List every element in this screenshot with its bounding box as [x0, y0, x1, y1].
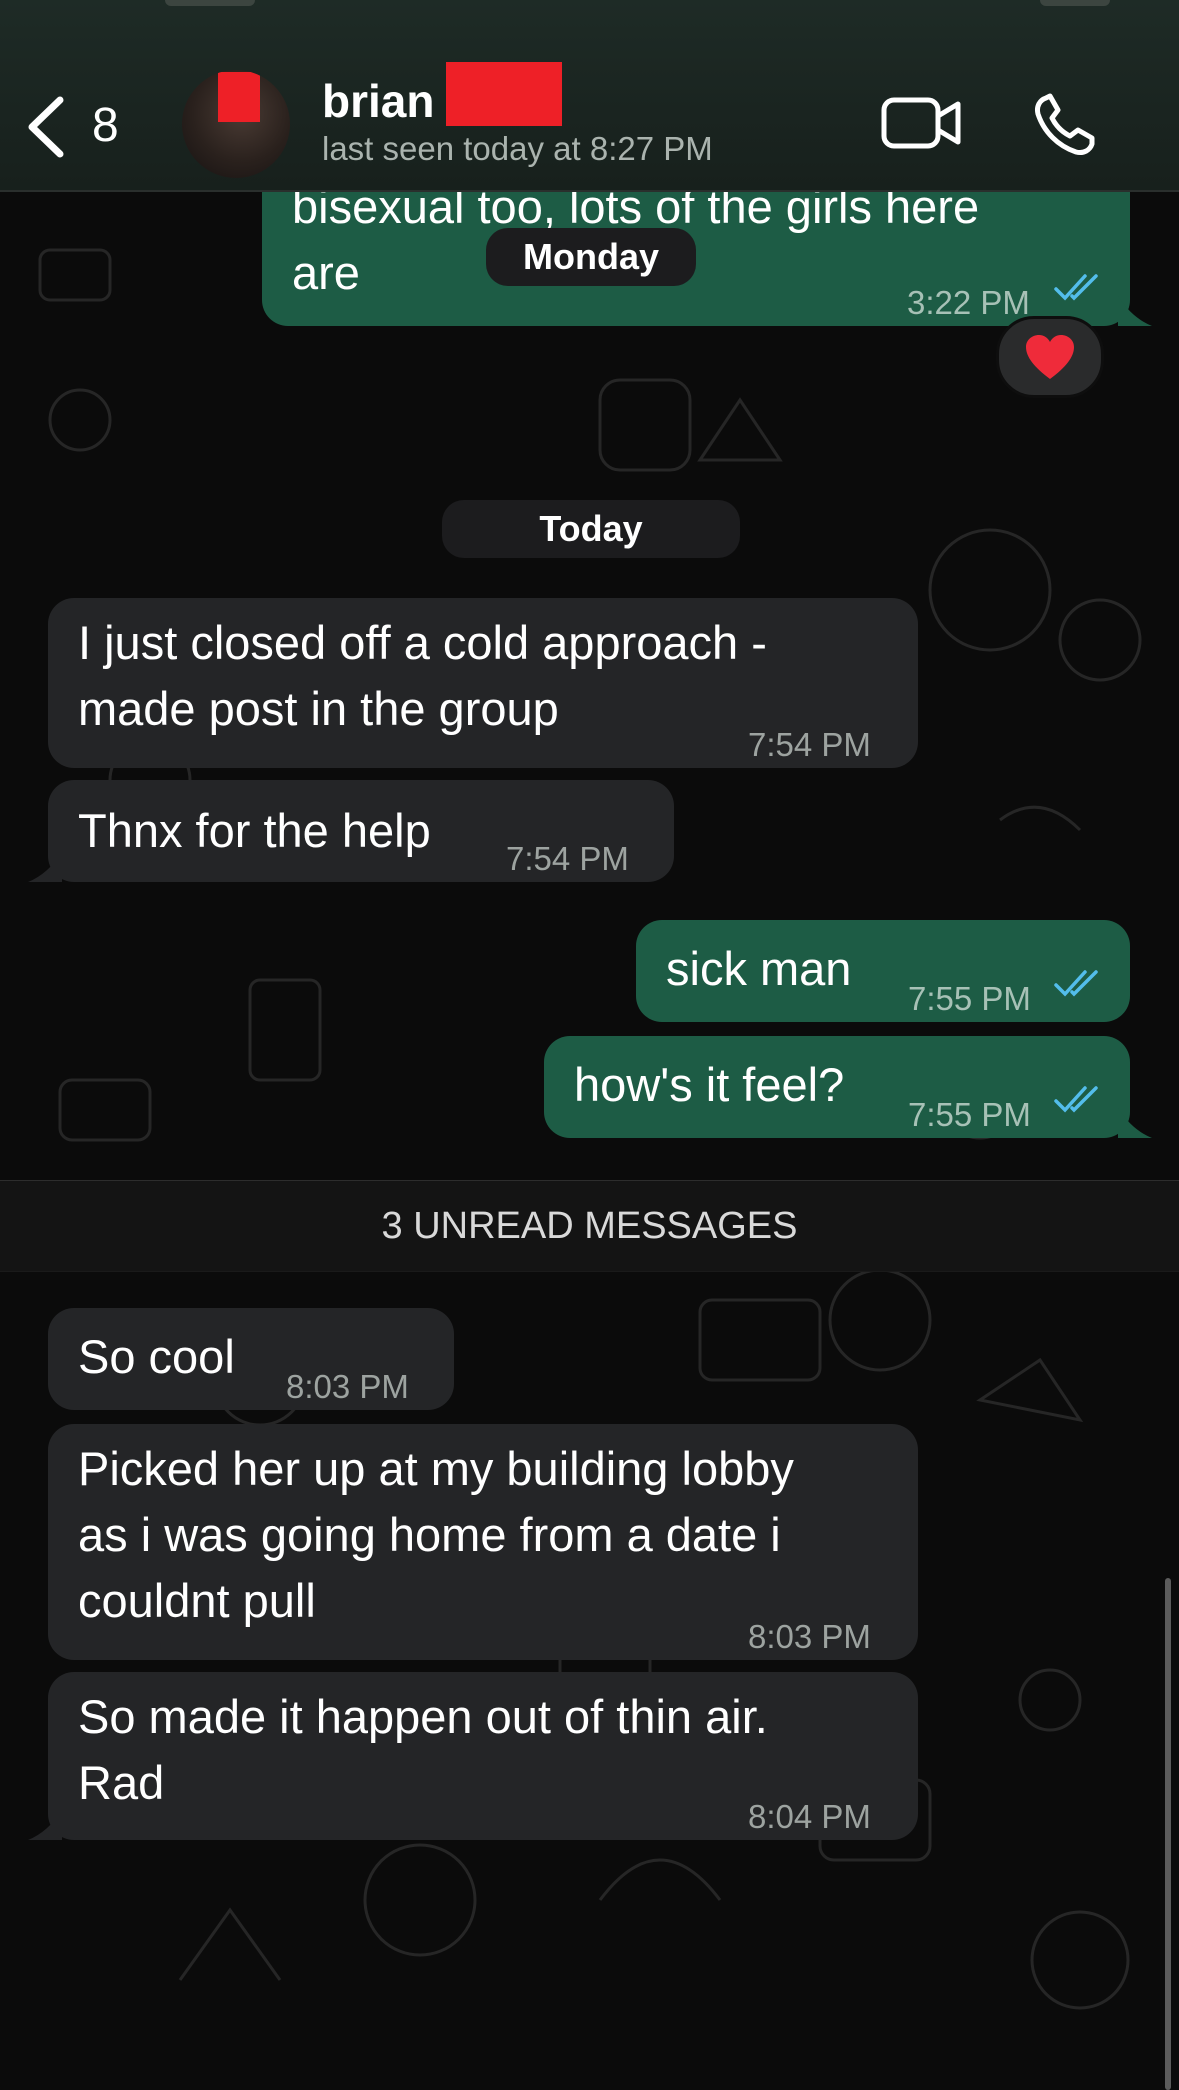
- unread-chats-count[interactable]: 8: [92, 98, 119, 153]
- message-bubble-incoming[interactable]: So made it happen out of thin air. Rad 8…: [48, 1672, 918, 1840]
- message-time: 8:04 PM: [748, 1798, 871, 1835]
- message-time: 8:03 PM: [286, 1368, 409, 1405]
- chevron-left-icon[interactable]: [22, 92, 72, 162]
- heart-reaction-icon: [1026, 335, 1074, 379]
- message-time: 7:54 PM: [506, 840, 629, 877]
- status-bar-time-fragment: [165, 0, 255, 6]
- scrollbar[interactable]: [1165, 1578, 1171, 2090]
- redaction-block: [446, 62, 562, 126]
- message-text: Picked her up at my building lobby as i …: [78, 1442, 794, 1627]
- message-bubble-outgoing[interactable]: sick man 7:55 PM: [636, 920, 1130, 1022]
- floating-date-label: Monday: [486, 228, 696, 286]
- message-time: 7:55 PM: [908, 1096, 1031, 1133]
- message-text: So cool: [78, 1330, 235, 1383]
- message-bubble-incoming[interactable]: Thnx for the help 7:54 PM: [48, 780, 674, 882]
- message-text: I just closed off a cold approach - made…: [78, 616, 767, 735]
- bubble-tail: [1118, 1108, 1152, 1138]
- bubble-tail: [1118, 296, 1152, 326]
- status-bar-battery-fragment: [1040, 0, 1110, 6]
- message-bubble-incoming[interactable]: I just closed off a cold approach - made…: [48, 598, 918, 768]
- last-seen-status: last seen today at 8:27 PM: [322, 130, 713, 167]
- message-time: 8:03 PM: [748, 1618, 871, 1655]
- date-divider: Today: [442, 500, 740, 558]
- message-text: So made it happen out of thin air. Rad: [78, 1690, 768, 1809]
- phone-icon[interactable]: [1030, 92, 1098, 160]
- message-text: how's it feel?: [574, 1058, 845, 1111]
- unread-messages-banner: 3 UNREAD MESSAGES: [0, 1180, 1179, 1272]
- contact-name[interactable]: brian: [322, 74, 434, 128]
- double-check-icon: [1054, 274, 1098, 301]
- video-camera-icon[interactable]: [880, 94, 962, 152]
- redaction-block: [218, 72, 260, 122]
- heart-emoji[interactable]: [996, 316, 1104, 398]
- message-time: 7:55 PM: [908, 980, 1031, 1017]
- message-bubble-incoming[interactable]: So cool 8:03 PM: [48, 1308, 454, 1410]
- chat-header: 8 brian last seen today at 8:27 PM: [0, 0, 1179, 192]
- avatar[interactable]: [182, 70, 290, 178]
- message-time: 7:54 PM: [748, 726, 871, 763]
- message-bubble-outgoing[interactable]: how's it feel? 7:55 PM: [544, 1036, 1130, 1138]
- message-text: sick man: [666, 942, 852, 995]
- message-bubble-incoming[interactable]: Picked her up at my building lobby as i …: [48, 1424, 918, 1660]
- message-text: Thnx for the help: [78, 804, 431, 857]
- bubble-tail: [28, 852, 62, 882]
- double-check-icon: [1054, 970, 1098, 997]
- bubble-tail: [28, 1810, 62, 1840]
- double-check-icon: [1054, 1086, 1098, 1113]
